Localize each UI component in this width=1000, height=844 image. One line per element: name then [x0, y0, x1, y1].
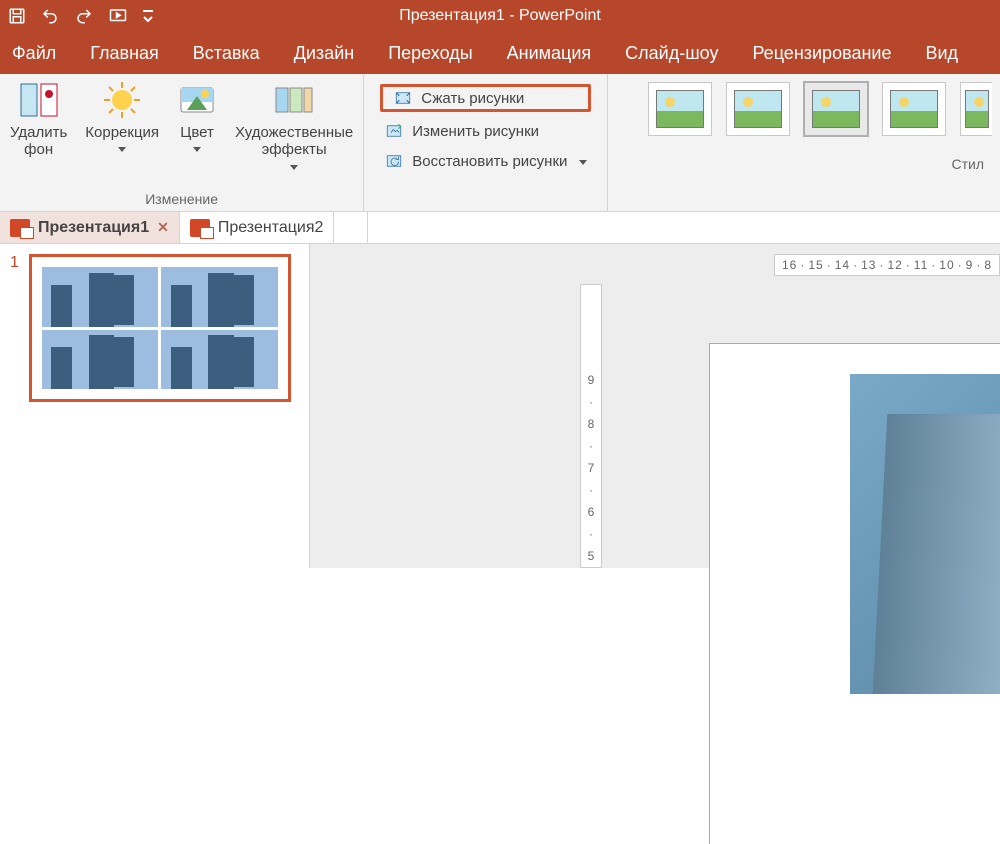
reset-picture-label: Восстановить рисунки [412, 153, 567, 170]
menu-slideshow[interactable]: Слайд-шоу [625, 43, 718, 64]
style-thumb-selected[interactable] [804, 82, 868, 136]
slide-canvas[interactable] [710, 344, 1000, 844]
menu-animations[interactable]: Анимация [507, 43, 592, 64]
thumbnail-image [161, 267, 278, 327]
window-title: Презентация1 - PowerPoint [399, 7, 601, 25]
change-picture-button[interactable]: Изменить рисунки [380, 120, 591, 142]
document-tabs: Презентация1 ✕ Презентация2 [0, 212, 1000, 244]
menu-bar: Файл Главная Вставка Дизайн Переходы Ани… [0, 32, 1000, 74]
workspace: 1 16·15·14·13·12·11·10·9·8 5·6·7·8·9 [0, 244, 1000, 568]
style-thumb[interactable] [882, 82, 946, 136]
ribbon-group-adjust: Удалить фон Коррекция Цвет Художественны… [0, 74, 364, 211]
thumbnail-image [161, 330, 278, 390]
powerpoint-file-icon [10, 219, 30, 237]
artistic-effects-button[interactable]: Художественные эффекты [235, 80, 353, 170]
chevron-down-icon [118, 147, 126, 152]
slide-thumbnail[interactable] [29, 254, 291, 402]
doc-tab-active[interactable]: Презентация1 ✕ [0, 212, 180, 243]
style-thumb[interactable] [648, 82, 712, 136]
color-button[interactable]: Цвет [177, 80, 217, 170]
gallery-group-label: Стил [951, 136, 992, 176]
selected-picture[interactable] [850, 374, 1000, 694]
remove-background-button[interactable]: Удалить фон [10, 80, 67, 170]
color-label: Цвет [180, 124, 214, 141]
reset-picture-button[interactable]: Восстановить рисунки [380, 150, 591, 172]
style-thumb[interactable] [960, 82, 992, 136]
menu-insert[interactable]: Вставка [193, 43, 260, 64]
slides-panel: 1 [0, 244, 310, 568]
undo-icon[interactable] [40, 7, 60, 25]
ribbon: Удалить фон Коррекция Цвет Художественны… [0, 74, 1000, 212]
menu-review[interactable]: Рецензирование [752, 43, 891, 64]
vertical-ruler: 5·6·7·8·9 [580, 284, 602, 568]
menu-file[interactable]: Файл [12, 43, 56, 64]
thumbnail-image [42, 330, 159, 390]
artistic-effects-label: Художественные эффекты [235, 124, 353, 159]
thumbnail-image [42, 267, 159, 327]
title-bar: Презентация1 - PowerPoint [0, 0, 1000, 32]
menu-design[interactable]: Дизайн [294, 43, 355, 64]
new-tab-button[interactable] [334, 212, 368, 243]
start-slideshow-icon[interactable] [108, 7, 128, 25]
redo-icon[interactable] [74, 7, 94, 25]
slide-number: 1 [10, 254, 19, 402]
doc-tab-label: Презентация1 [38, 219, 149, 237]
style-thumb[interactable] [726, 82, 790, 136]
powerpoint-file-icon [190, 219, 210, 237]
ribbon-group-picture-tools: Сжать рисунки Изменить рисунки Восстанов… [364, 74, 608, 211]
chevron-down-icon [193, 147, 201, 152]
chevron-down-icon [579, 160, 587, 165]
horizontal-ruler: 16·15·14·13·12·11·10·9·8 [774, 254, 1000, 276]
menu-view[interactable]: Вид [925, 43, 958, 64]
canvas-area: 16·15·14·13·12·11·10·9·8 5·6·7·8·9 [310, 244, 1000, 568]
doc-tab[interactable]: Презентация2 [180, 212, 335, 243]
corrections-button[interactable]: Коррекция [85, 80, 159, 170]
qat-more-icon[interactable] [142, 7, 154, 25]
ribbon-group-label: Изменение [145, 191, 218, 211]
compress-pictures-label: Сжать рисунки [421, 90, 524, 107]
menu-transitions[interactable]: Переходы [388, 43, 472, 64]
quick-access-toolbar [8, 7, 154, 25]
picture-styles-gallery: Стил [608, 74, 1000, 211]
chevron-down-icon [290, 165, 298, 170]
save-icon[interactable] [8, 7, 26, 25]
change-picture-label: Изменить рисунки [412, 123, 539, 140]
remove-background-label: Удалить фон [10, 124, 67, 159]
corrections-label: Коррекция [85, 124, 159, 141]
doc-tab-label: Презентация2 [218, 219, 324, 237]
compress-pictures-button[interactable]: Сжать рисунки [380, 84, 591, 112]
close-icon[interactable]: ✕ [157, 219, 169, 236]
menu-home[interactable]: Главная [90, 43, 159, 64]
slide-thumbnail-entry[interactable]: 1 [0, 254, 309, 402]
